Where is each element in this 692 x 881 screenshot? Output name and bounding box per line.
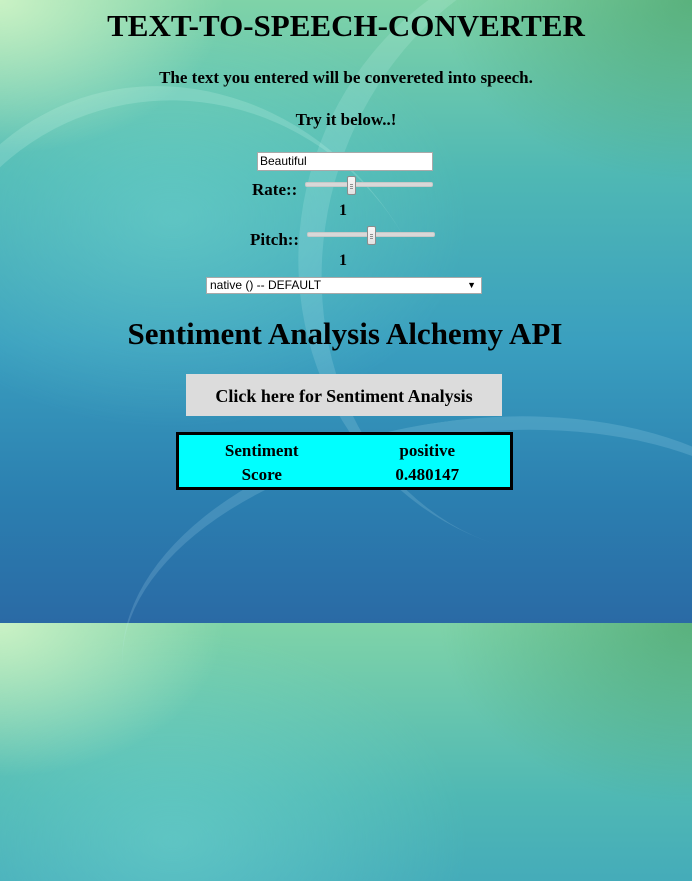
sentiment-key: Sentiment [224,441,299,460]
rate-slider-thumb[interactable] [347,176,356,195]
sentiment-value: positive [399,441,456,460]
instruction-text: Try it below..! [295,110,397,129]
chevron-down-icon[interactable]: ▼ [467,278,476,293]
speech-text-input[interactable] [257,152,433,171]
rate-slider[interactable] [305,176,433,195]
pitch-slider-thumb[interactable] [367,226,376,245]
page-subtitle: The text you entered will be convereted … [159,68,533,87]
score-value: 0.480147 [395,465,460,484]
voice-select-value: native () -- DEFAULT [210,278,322,292]
pitch-slider[interactable] [307,226,435,245]
table-row: Score 0.480147 [179,463,510,487]
rate-slider-track[interactable] [305,182,433,187]
pitch-value: 1 [339,252,347,269]
sentiment-result-box: Sentiment positive Score 0.480147 [176,432,513,490]
sentiment-analysis-button[interactable]: Click here for Sentiment Analysis [186,374,502,416]
voice-select[interactable]: native () -- DEFAULT ▼ [206,277,482,294]
pitch-label: Pitch:: [250,230,300,249]
rate-label: Rate:: [252,180,298,199]
table-row: Sentiment positive [179,439,510,463]
page-title: TEXT-TO-SPEECH-CONVERTER [107,8,585,43]
rate-value: 1 [339,202,347,219]
sentiment-section-title: Sentiment Analysis Alchemy API [127,316,563,351]
sentiment-result-table: Sentiment positive Score 0.480147 [179,439,510,487]
score-key: Score [241,465,282,484]
